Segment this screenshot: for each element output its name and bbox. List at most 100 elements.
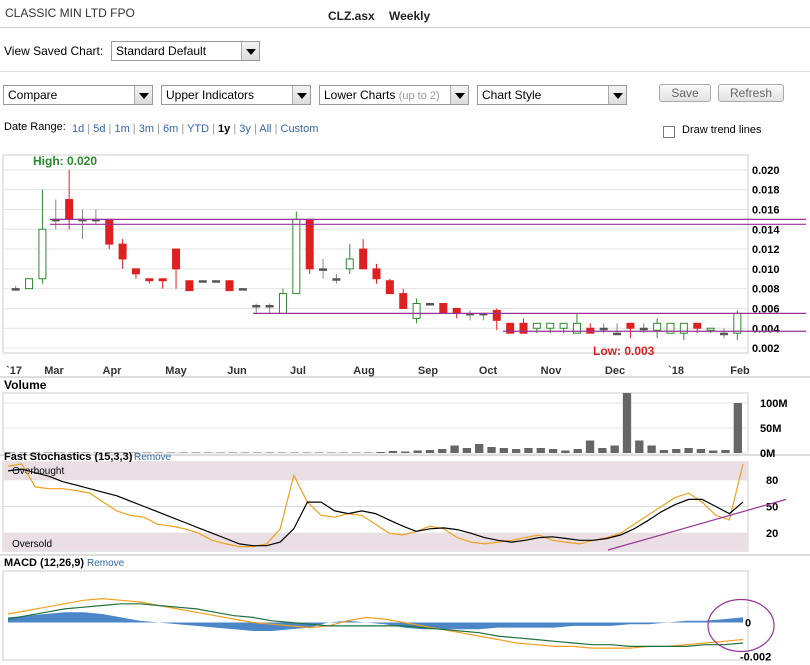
volume-bar — [438, 449, 447, 453]
draw-trend-checkbox[interactable] — [663, 126, 675, 138]
x-tick-label: Jul — [290, 365, 306, 377]
chart-style-select[interactable]: Chart Style — [477, 85, 627, 105]
saved-chart-select[interactable]: Standard Default — [111, 41, 260, 61]
candle-body — [25, 278, 34, 290]
draw-trend-label: Draw trend lines — [682, 124, 762, 136]
range-all[interactable]: All — [259, 123, 271, 135]
range-6m[interactable]: 6m — [163, 123, 178, 135]
candle-body — [399, 293, 408, 309]
range-ytd[interactable]: YTD — [187, 123, 209, 135]
range-custom[interactable]: Custom — [281, 123, 319, 135]
price-panel: 0.0200.0180.0160.0140.0120.0100.0080.006… — [6, 154, 806, 377]
volume-bar — [388, 451, 398, 453]
volume-bar — [696, 449, 706, 453]
candle-body — [372, 268, 381, 280]
chart-period: Weekly — [389, 9, 431, 23]
chart-grid — [0, 154, 810, 661]
candle-body — [559, 322, 568, 329]
volume-tick-label: 0M — [760, 448, 775, 460]
candle-body — [385, 280, 394, 295]
candle-body — [11, 288, 20, 291]
low-label: Low: 0.003 — [593, 344, 655, 358]
range-5d[interactable]: 5d — [93, 123, 105, 135]
volume-bar — [635, 440, 644, 453]
volume-bar — [610, 445, 619, 453]
candle-body — [532, 322, 541, 329]
volume-bar — [413, 450, 422, 453]
stoch-remove-link[interactable]: Remove — [134, 452, 172, 463]
candle-body — [172, 248, 181, 270]
candle-body — [238, 288, 247, 291]
volume-bar — [327, 452, 336, 453]
x-tick-label: Oct — [479, 365, 498, 377]
x-tick-label: Aug — [353, 365, 374, 377]
volume-bar — [709, 450, 718, 453]
candle-body — [425, 303, 434, 306]
volume-title: Volume — [4, 378, 47, 392]
volume-bar — [290, 452, 299, 453]
candle-body — [145, 278, 154, 282]
volume-bar — [598, 448, 607, 453]
macd-signal-line — [7, 603, 744, 647]
chevron-down-icon — [241, 42, 259, 60]
compare-select[interactable]: Compare — [3, 85, 153, 105]
candle-body — [706, 327, 715, 331]
candle-body — [105, 218, 114, 245]
lower-charts-select[interactable]: Lower Charts (up to 2) — [319, 85, 469, 105]
x-tick-label: Apr — [103, 365, 123, 377]
date-range-label: Date Range: — [4, 121, 66, 133]
stoch-tick-label: 80 — [766, 475, 778, 487]
volume-bar — [204, 452, 213, 453]
candle-body — [225, 280, 234, 292]
range-1d[interactable]: 1d — [72, 123, 84, 135]
candle-body — [719, 332, 728, 336]
candle-body — [546, 322, 555, 329]
candle-body — [292, 218, 301, 295]
candle-body — [653, 322, 662, 331]
candle-body — [319, 268, 328, 271]
upper-indicators-select[interactable]: Upper Indicators — [161, 85, 311, 105]
volume-bar — [253, 452, 262, 453]
price-tick-label: 0.014 — [752, 224, 780, 236]
x-tick-label: May — [165, 365, 187, 377]
volume-bar — [351, 452, 361, 453]
macd-histogram — [8, 612, 743, 631]
top-bar: CLASSIC MIN LTD FPO CLZ.asx Weekly — [0, 0, 810, 28]
price-tick-label: 0.008 — [752, 284, 780, 296]
range-3m[interactable]: 3m — [139, 123, 154, 135]
x-tick-label: Mar — [44, 365, 64, 377]
overbought-label: Overbought — [12, 466, 64, 477]
x-tick-label: Feb — [730, 365, 750, 377]
save-button[interactable]: Save — [659, 84, 711, 102]
refresh-button[interactable]: Refresh — [718, 84, 784, 102]
volume-bar — [339, 452, 348, 453]
candle-body — [252, 304, 261, 308]
stock-chart: 0.0200.0180.0160.0140.0120.0100.0080.006… — [0, 154, 810, 664]
candle-body — [332, 278, 341, 281]
volume-bar — [524, 448, 533, 453]
saved-chart-value: Standard Default — [116, 44, 207, 58]
volume-bar — [499, 448, 508, 453]
oversold-label: Oversold — [12, 539, 52, 550]
x-tick-label: `17 — [6, 365, 22, 377]
macd-remove-link[interactable]: Remove — [87, 558, 125, 569]
candle-body — [439, 303, 448, 314]
stochastics-panel: Fast Stochastics (15,3,3) Remove Overbough… — [3, 451, 787, 551]
range-3y[interactable]: 3y — [239, 123, 251, 135]
candle-body — [265, 304, 274, 308]
candle-body — [345, 258, 354, 270]
range-1m[interactable]: 1m — [114, 123, 129, 135]
candle-body — [639, 327, 648, 331]
volume-bar — [302, 452, 311, 453]
macd-title: MACD (12,26,9) — [4, 557, 84, 569]
macd-tick-label: 0 — [745, 618, 751, 630]
candle-body — [733, 312, 742, 334]
date-range-options: 1d | 5d | 1m | 3m | 6m | YTD | 1y | 3y |… — [72, 123, 319, 135]
range-1y[interactable]: 1y — [218, 123, 230, 135]
chevron-down-icon — [450, 86, 468, 104]
volume-bar — [511, 449, 521, 453]
macd-panel: MACD (12,26,9) Remove 0 -0.002 — [4, 557, 775, 664]
macd-tick-label: -0.002 — [740, 652, 771, 664]
candle-body — [613, 332, 622, 336]
company-name: CLASSIC MIN LTD FPO — [5, 6, 135, 20]
